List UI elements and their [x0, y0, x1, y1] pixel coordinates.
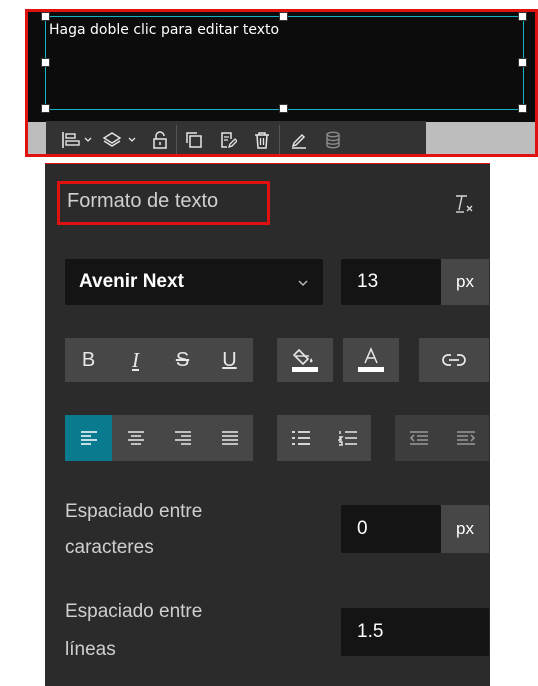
align-center-button[interactable]	[112, 415, 159, 461]
italic-label: I	[132, 347, 139, 372]
letter-spacing-unit[interactable]: px	[441, 505, 489, 553]
bold-button[interactable]: B	[65, 338, 112, 382]
line-spacing-value: 1.5	[357, 621, 384, 642]
widget-toolbar	[46, 121, 426, 154]
panel-title: Formato de texto	[67, 190, 219, 212]
layers-dropdown-button[interactable]	[98, 121, 144, 154]
letter-spacing-label-line1: Espaciado entre	[65, 501, 203, 522]
align-left-button[interactable]	[65, 415, 112, 461]
line-spacing-label-line2: líneas	[65, 639, 116, 660]
edit-doc-icon	[221, 131, 237, 148]
lock-button[interactable]	[144, 121, 176, 154]
database-icon	[326, 131, 340, 148]
duplicate-button[interactable]	[177, 121, 211, 154]
delete-icon	[255, 131, 269, 149]
unlock-icon	[153, 130, 167, 149]
font-color-icon	[358, 347, 384, 372]
text-content[interactable]: Haga doble clic para editar texto	[49, 22, 279, 38]
data-button[interactable]	[318, 121, 348, 154]
font-size-value: 13	[357, 271, 379, 292]
resize-handle-right[interactable]	[518, 58, 527, 67]
fill-color-icon	[292, 348, 318, 372]
resize-handle-top-right[interactable]	[518, 12, 527, 21]
align-justify-button[interactable]	[206, 415, 253, 461]
outdent-button[interactable]	[395, 415, 442, 461]
resize-handle-bottom-right[interactable]	[518, 104, 527, 113]
align-center-icon	[127, 431, 144, 445]
resize-handle-top[interactable]	[279, 12, 288, 21]
layers-icon	[102, 131, 136, 147]
resize-handle-bottom[interactable]	[279, 104, 288, 113]
text-widget-editor[interactable]: Haga doble clic para editar texto	[25, 9, 538, 157]
duplicate-icon	[186, 131, 202, 148]
letter-spacing-input[interactable]: 0	[341, 505, 441, 553]
font-size-unit[interactable]: px	[441, 259, 489, 305]
line-spacing-label-line1: Espaciado entre	[65, 601, 203, 622]
clear-format-icon	[456, 195, 473, 213]
align-left-icon	[80, 431, 97, 445]
resize-handle-left[interactable]	[41, 58, 50, 67]
edit-button[interactable]	[280, 121, 318, 154]
indent-button[interactable]	[442, 415, 489, 461]
outdent-icon	[409, 431, 428, 445]
font-family-select[interactable]: Avenir Next	[65, 259, 323, 305]
letter-spacing-label-line2: caracteres	[65, 537, 154, 558]
italic-button[interactable]: I	[112, 338, 159, 382]
align-right-button[interactable]	[159, 415, 206, 461]
numbered-list-icon	[337, 431, 357, 446]
underline-button[interactable]: U	[206, 338, 253, 382]
text-format-panel: Formato de texto Avenir Next 13 px B I S…	[45, 163, 490, 686]
bullet-list-button[interactable]	[277, 415, 324, 461]
resize-handle-top-left[interactable]	[41, 12, 50, 21]
bullet-list-icon	[291, 431, 310, 445]
align-justify-icon	[221, 431, 238, 445]
underline-label: U	[222, 348, 237, 371]
link-button[interactable]	[419, 338, 489, 382]
font-color-button[interactable]	[343, 338, 399, 382]
bold-label: B	[81, 348, 96, 371]
chevron-down-icon	[298, 280, 308, 286]
strikethrough-button[interactable]: S	[159, 338, 206, 382]
align-right-icon	[174, 431, 191, 445]
resize-handle-bottom-left[interactable]	[41, 104, 50, 113]
indent-icon	[456, 431, 475, 445]
line-spacing-input[interactable]: 1.5	[341, 608, 489, 656]
numbered-list-button[interactable]	[324, 415, 371, 461]
clear-format-button[interactable]	[453, 194, 475, 218]
fill-color-button[interactable]	[277, 338, 333, 382]
link-icon	[442, 354, 466, 366]
letter-spacing-value: 0	[357, 518, 368, 539]
align-dropdown-button[interactable]	[58, 121, 98, 154]
font-size-input[interactable]: 13	[341, 259, 441, 305]
delete-button[interactable]	[245, 121, 279, 154]
edit-doc-button[interactable]	[211, 121, 245, 154]
font-family-value: Avenir Next	[79, 271, 184, 292]
align-icon	[62, 131, 92, 148]
pencil-icon	[291, 133, 306, 149]
strikethrough-label: S	[175, 348, 190, 371]
